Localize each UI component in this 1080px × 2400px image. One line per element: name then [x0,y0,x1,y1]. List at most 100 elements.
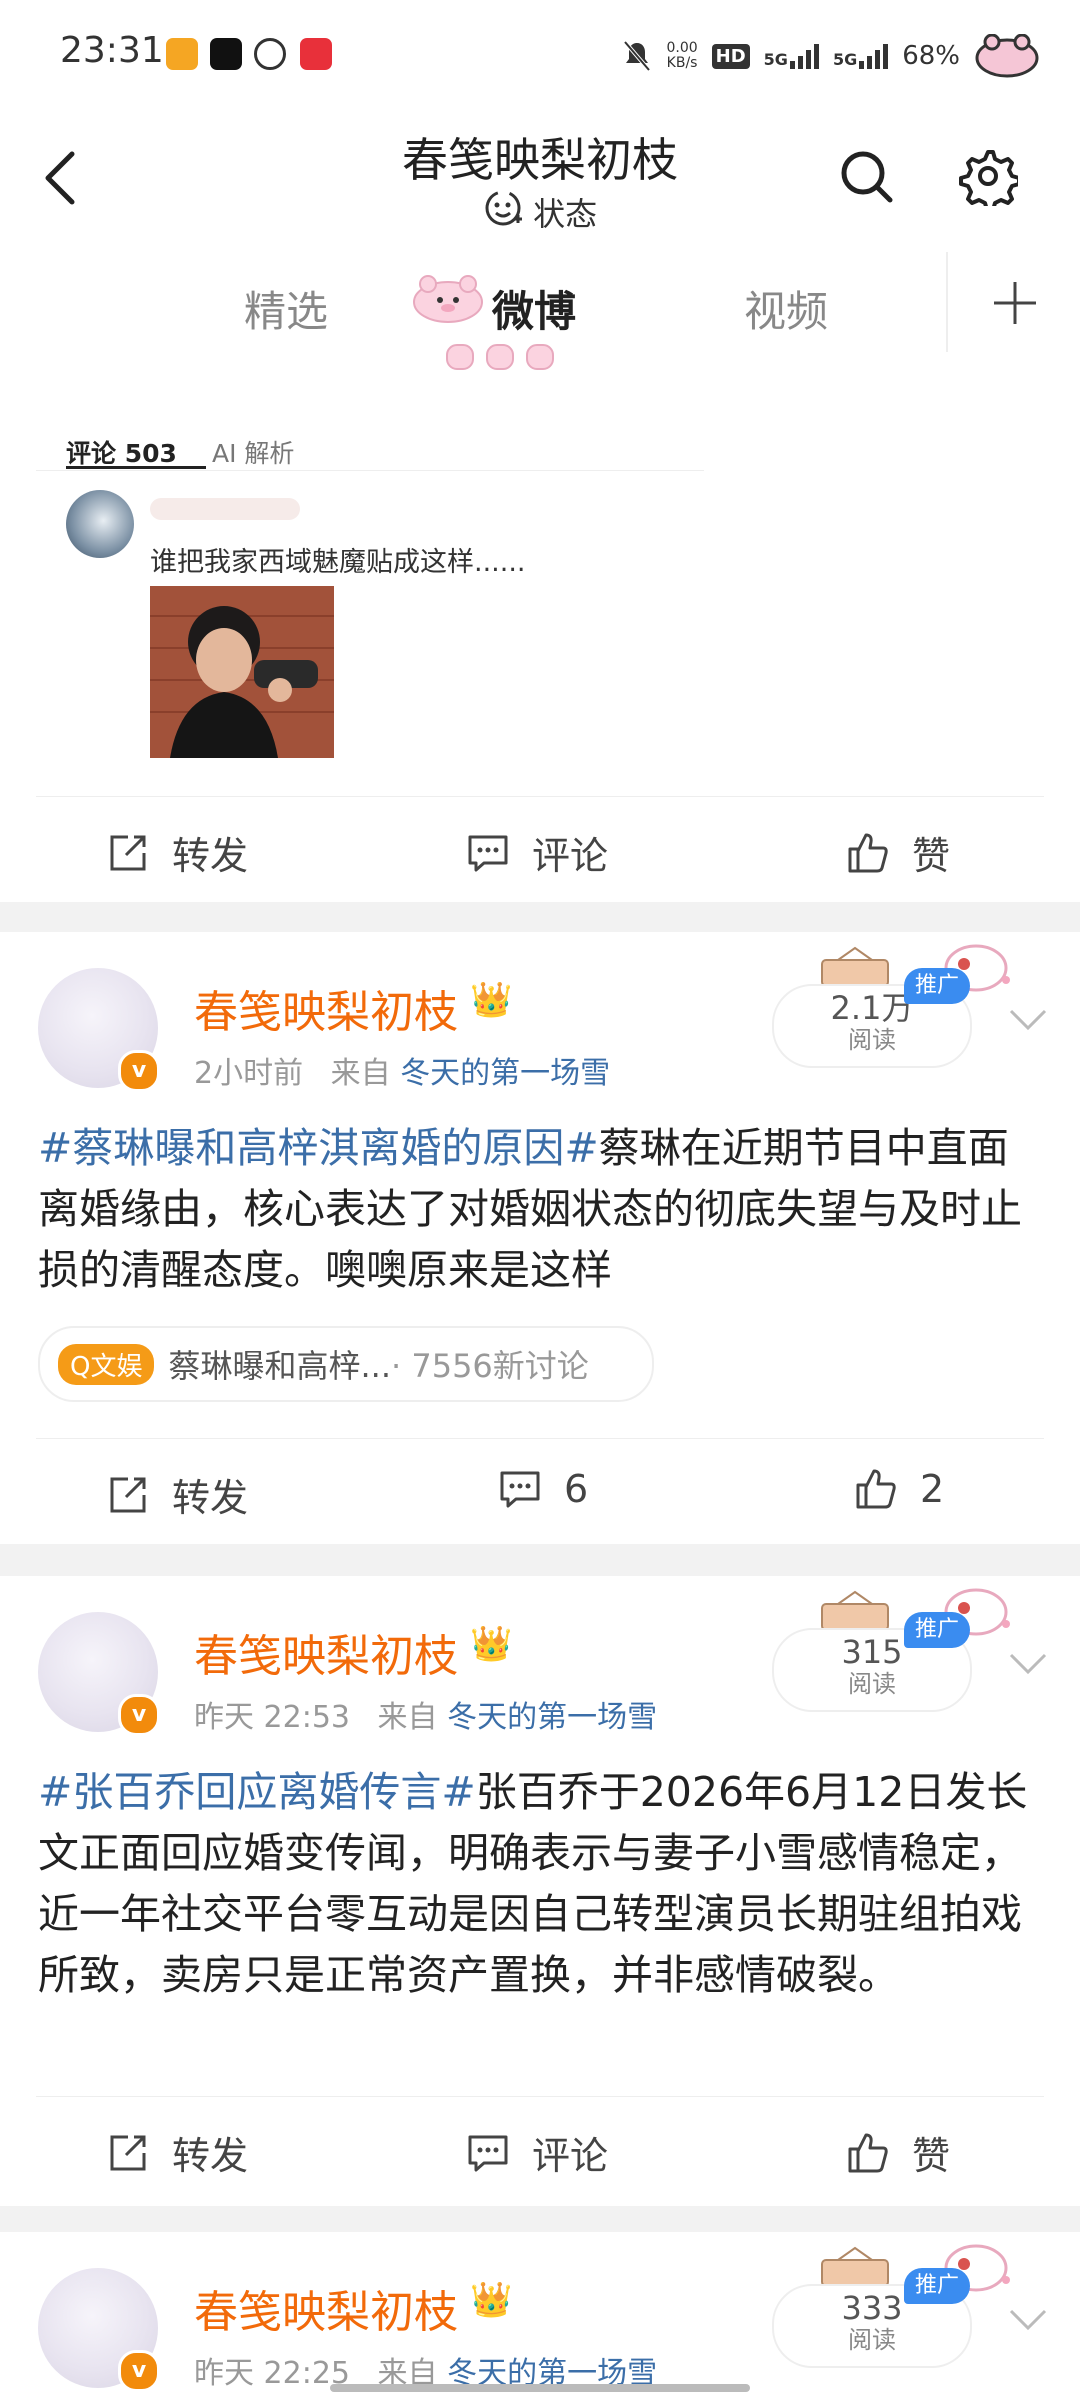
commenter-avatar[interactable] [66,490,134,558]
signal-bars-icon [859,43,889,69]
from-label: 来自 [377,1700,438,1735]
comment-meme-image[interactable] [150,586,334,758]
pig-avatar-icon [975,34,1039,78]
chevron-down-icon[interactable] [1008,1652,1048,1676]
tab-weibo[interactable]: 微博 [492,278,576,339]
comment-tabs: 评论 503 AI 解析 [36,400,704,471]
thumbs-up-icon [848,833,888,872]
status-time: 23:31 [60,30,164,71]
author-name[interactable]: 春笺映梨初枝 [194,2276,458,2340]
topic-pill-text: 蔡琳曝和高梓...· 7556新讨论 [168,1341,588,1387]
post-action-row: 转发 评论 赞 [36,2096,1044,2207]
status-label: 状态 [533,195,598,233]
author-name[interactable]: 春笺映梨初枝 [194,976,458,1040]
crown-badge-icon: 👑 [470,980,513,1020]
signal-2: 5G [832,43,889,69]
repost-icon [110,835,146,870]
commenter-name-blurred [150,498,300,520]
post-card: v 春笺映梨初枝 👑 2小时前 来自 冬天的第一场雪 2.1万 阅读 推广 #蔡… [0,932,1080,1544]
page-title: 春笺映梨初枝 [402,133,678,187]
comment-count: 6 [564,1467,589,1511]
verified-badge-icon: v [118,2350,160,2392]
repost-label: 转发 [172,834,249,878]
status-right-cluster: 0.00 KB/s HD 5G 5G 68% [622,34,1040,78]
profile-tabs: 精选 微博 视频 [0,240,1080,373]
like-button[interactable]: 赞 [846,825,950,880]
read-count-label: 阅读 [848,1670,896,1698]
play-app-icon [254,38,286,70]
promoted-tag: 推广 [904,968,970,1004]
author-name[interactable]: 春笺映梨初枝 [194,1620,458,1684]
active-tab-indicator [446,344,554,370]
repost-icon [110,1477,146,1512]
sim2-label: 5G [832,50,858,69]
hd-badge: HD [711,43,750,69]
like-button[interactable]: 2 [854,1467,944,1511]
repost-icon [110,2135,146,2170]
nav-header: 春笺映梨初枝 状态 [0,110,1080,241]
comment-icon [500,1471,540,1508]
tab-ai-analysis[interactable]: AI 解析 [212,434,294,470]
post-action-row: 转发 6 2 [36,1438,1044,1549]
comment-text: 谁把我家西域魅魔贴成这样...... [150,547,526,578]
net-speed-unit: KB/s [666,55,698,71]
comment-button[interactable]: 评论 [466,2125,608,2180]
tab-video[interactable]: 视频 [744,278,828,339]
search-icon[interactable] [836,146,896,206]
comment-icon [468,835,508,871]
topic-pill[interactable]: Q文娱 蔡琳曝和高梓...· 7556新讨论 [38,1326,654,1402]
from-label: 来自 [330,1056,391,1091]
chevron-down-icon[interactable] [1008,2308,1048,2332]
repost-button[interactable]: 转发 [106,825,248,880]
tab-featured[interactable]: 精选 [244,278,328,339]
weibo-app-icon [166,38,198,70]
verified-badge-icon: v [118,1050,160,1092]
battery-percent: 68% [902,41,960,71]
like-count: 2 [920,1467,945,1511]
topic-pill-count: · 7556新讨论 [391,1347,589,1385]
smiley-plus-icon [483,188,523,236]
gear-icon[interactable] [958,146,1018,206]
post-source[interactable]: 冬天的第一场雪 [447,1700,657,1735]
post-meta: 昨天 22:53 来自 冬天的第一场雪 [194,1692,657,1736]
comment-label: 评论 [532,2134,609,2178]
post-topic-link[interactable]: #张百乔回应离婚传言# [38,1768,476,1816]
comment-label: 评论 [532,834,609,878]
tiktok-app-icon [210,38,242,70]
net-speed-value: 0.00 [666,40,698,56]
post-body: #蔡琳曝和高梓淇离婚的原因#蔡琳在近期节目中直面离婚缘由，核心表达了对婚姻状态的… [38,1118,1048,1301]
post-time: 昨天 22:25 [194,2356,350,2391]
signal-1: 5G [764,43,819,69]
read-count-label: 阅读 [848,2326,896,2354]
status-link[interactable]: 状态 [0,188,1080,236]
read-count-label: 阅读 [848,1026,896,1054]
post-source[interactable]: 冬天的第一场雪 [400,1056,610,1091]
tab-divider [946,252,948,352]
post-meta: 2小时前 来自 冬天的第一场雪 [194,1048,610,1092]
post-time: 昨天 22:53 [194,1700,350,1735]
verified-badge-icon: v [118,1694,160,1736]
repost-button[interactable]: 转发 [106,1467,248,1522]
comment-button[interactable]: 6 [498,1467,588,1511]
gesture-bar[interactable] [330,2384,750,2392]
post-body: #张百乔回应离婚传言#张百乔于2026年6月12日发长文正面回应婚变传闻，明确表… [38,1762,1048,2006]
crown-badge-icon: 👑 [470,2280,513,2320]
post-topic-link[interactable]: #蔡琳曝和高梓淇离婚的原因# [38,1124,599,1172]
comment-button[interactable]: 评论 [466,825,608,880]
crown-badge-icon: 👑 [470,1624,513,1664]
repost-label: 转发 [172,2134,249,2178]
topic-pill-title: 蔡琳曝和高梓... [168,1347,391,1385]
repost-label: 转发 [172,1476,249,1520]
like-button[interactable]: 赞 [846,2125,950,2180]
promoted-tag: 推广 [904,2268,970,2304]
sim1-label: 5G [763,50,788,69]
post-time: 2小时前 [194,1056,304,1091]
repost-button[interactable]: 转发 [106,2125,248,2180]
post-card: v 春笺映梨初枝 👑 昨天 22:53 来自 冬天的第一场雪 315 阅读 推广… [0,1576,1080,2206]
like-label: 赞 [912,2134,951,2178]
comment-icon [468,2135,508,2171]
tab-comments[interactable]: 评论 503 [66,434,177,470]
plus-icon[interactable] [990,278,1040,328]
status-bar: 23:31 0.00 KB/s HD 5G 5G 68% [0,0,1080,110]
chevron-down-icon[interactable] [1008,1008,1048,1032]
